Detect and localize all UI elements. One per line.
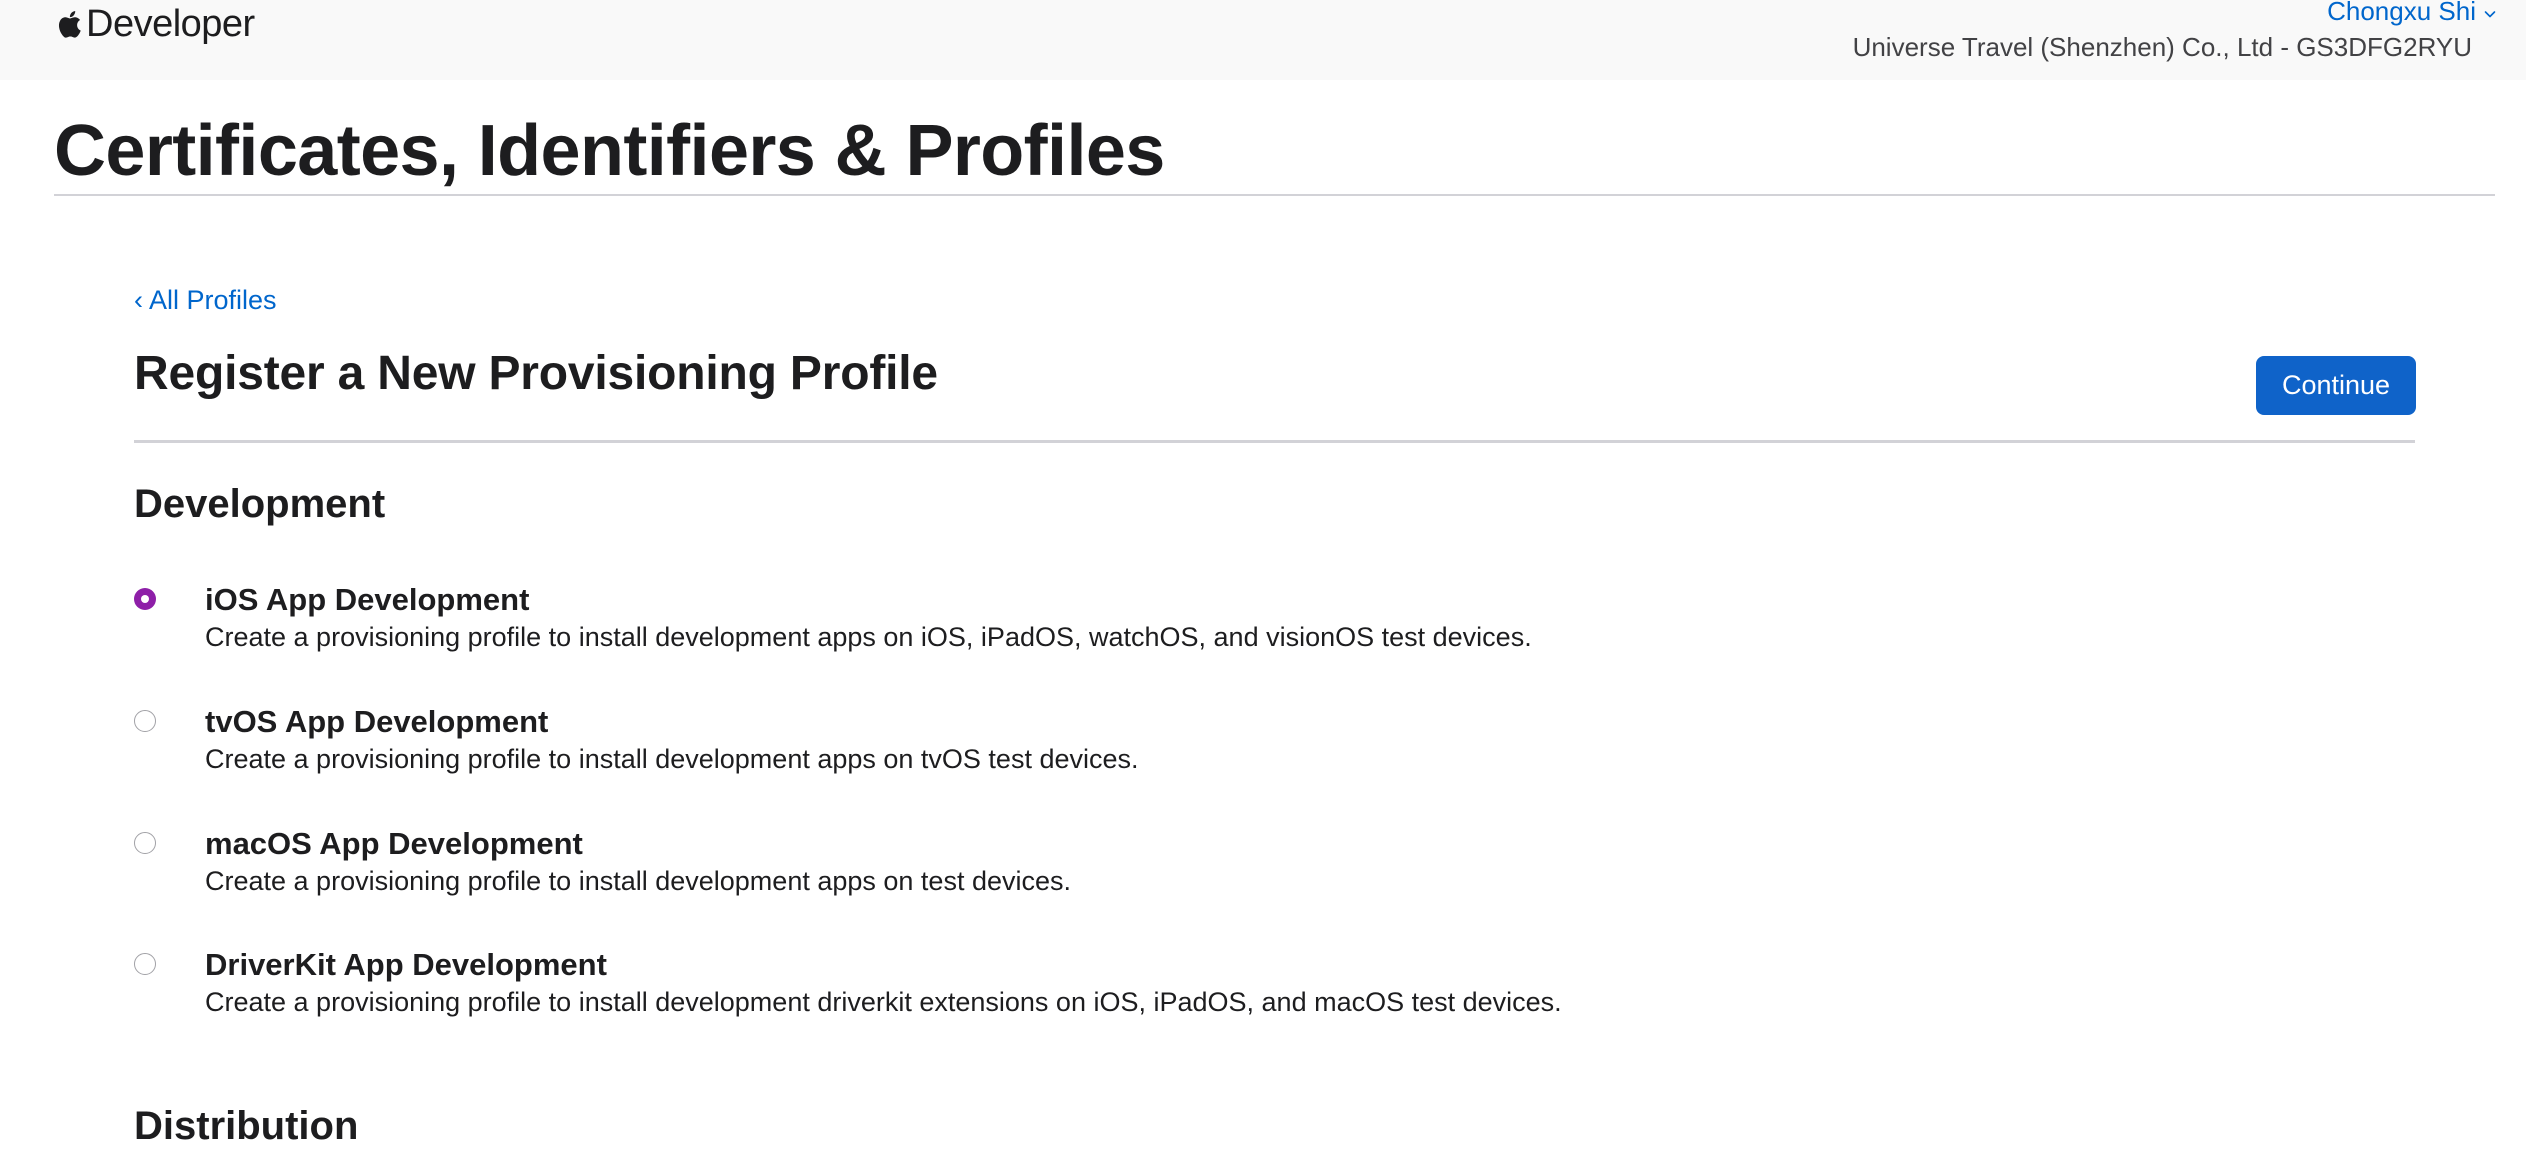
group-title-development: Development — [134, 482, 386, 526]
option-description: Create a provisioning profile to install… — [205, 622, 1532, 652]
radio-ios-app-development[interactable] — [134, 588, 156, 610]
section-title: Register a New Provisioning Profile — [134, 347, 938, 400]
developer-home-link[interactable]: Developer — [54, 2, 255, 46]
brand-text: Developer — [86, 2, 255, 45]
chevron-down-icon — [2484, 10, 2496, 17]
option-title: DriverKit App Development — [205, 947, 607, 982]
option-description: Create a provisioning profile to install… — [205, 987, 1562, 1017]
radio-macos-app-development[interactable] — [134, 832, 156, 854]
option-ios-app-development[interactable]: iOS App Development Create a provisionin… — [134, 582, 1834, 672]
option-tvos-app-development[interactable]: tvOS App Development Create a provisioni… — [134, 704, 1834, 794]
apple-logo-icon — [58, 11, 81, 38]
option-title: iOS App Development — [205, 582, 530, 617]
continue-button[interactable]: Continue — [2256, 356, 2416, 415]
option-driverkit-app-development[interactable]: DriverKit App Development Create a provi… — [134, 947, 1834, 1037]
user-name: Chongxu Shi — [2327, 0, 2476, 26]
option-description: Create a provisioning profile to install… — [205, 744, 1139, 774]
global-header: Developer Chongxu Shi Universe Travel (S… — [0, 0, 2526, 80]
title-divider — [54, 194, 2495, 196]
group-title-distribution: Distribution — [134, 1104, 359, 1148]
option-title: tvOS App Development — [205, 704, 549, 739]
account-menu[interactable]: Chongxu Shi — [2327, 0, 2496, 27]
radio-tvos-app-development[interactable] — [134, 710, 156, 732]
option-description: Create a provisioning profile to install… — [205, 866, 1071, 896]
section-divider — [134, 440, 2415, 443]
radio-driverkit-app-development[interactable] — [134, 953, 156, 975]
option-title: macOS App Development — [205, 826, 583, 861]
option-macos-app-development[interactable]: macOS App Development Create a provision… — [134, 826, 1834, 916]
team-name: Universe Travel (Shenzhen) Co., Ltd - GS… — [1852, 32, 2472, 62]
all-profiles-link[interactable]: ‹ All Profiles — [134, 285, 277, 316]
page-title: Certificates, Identifiers & Profiles — [54, 111, 1165, 191]
